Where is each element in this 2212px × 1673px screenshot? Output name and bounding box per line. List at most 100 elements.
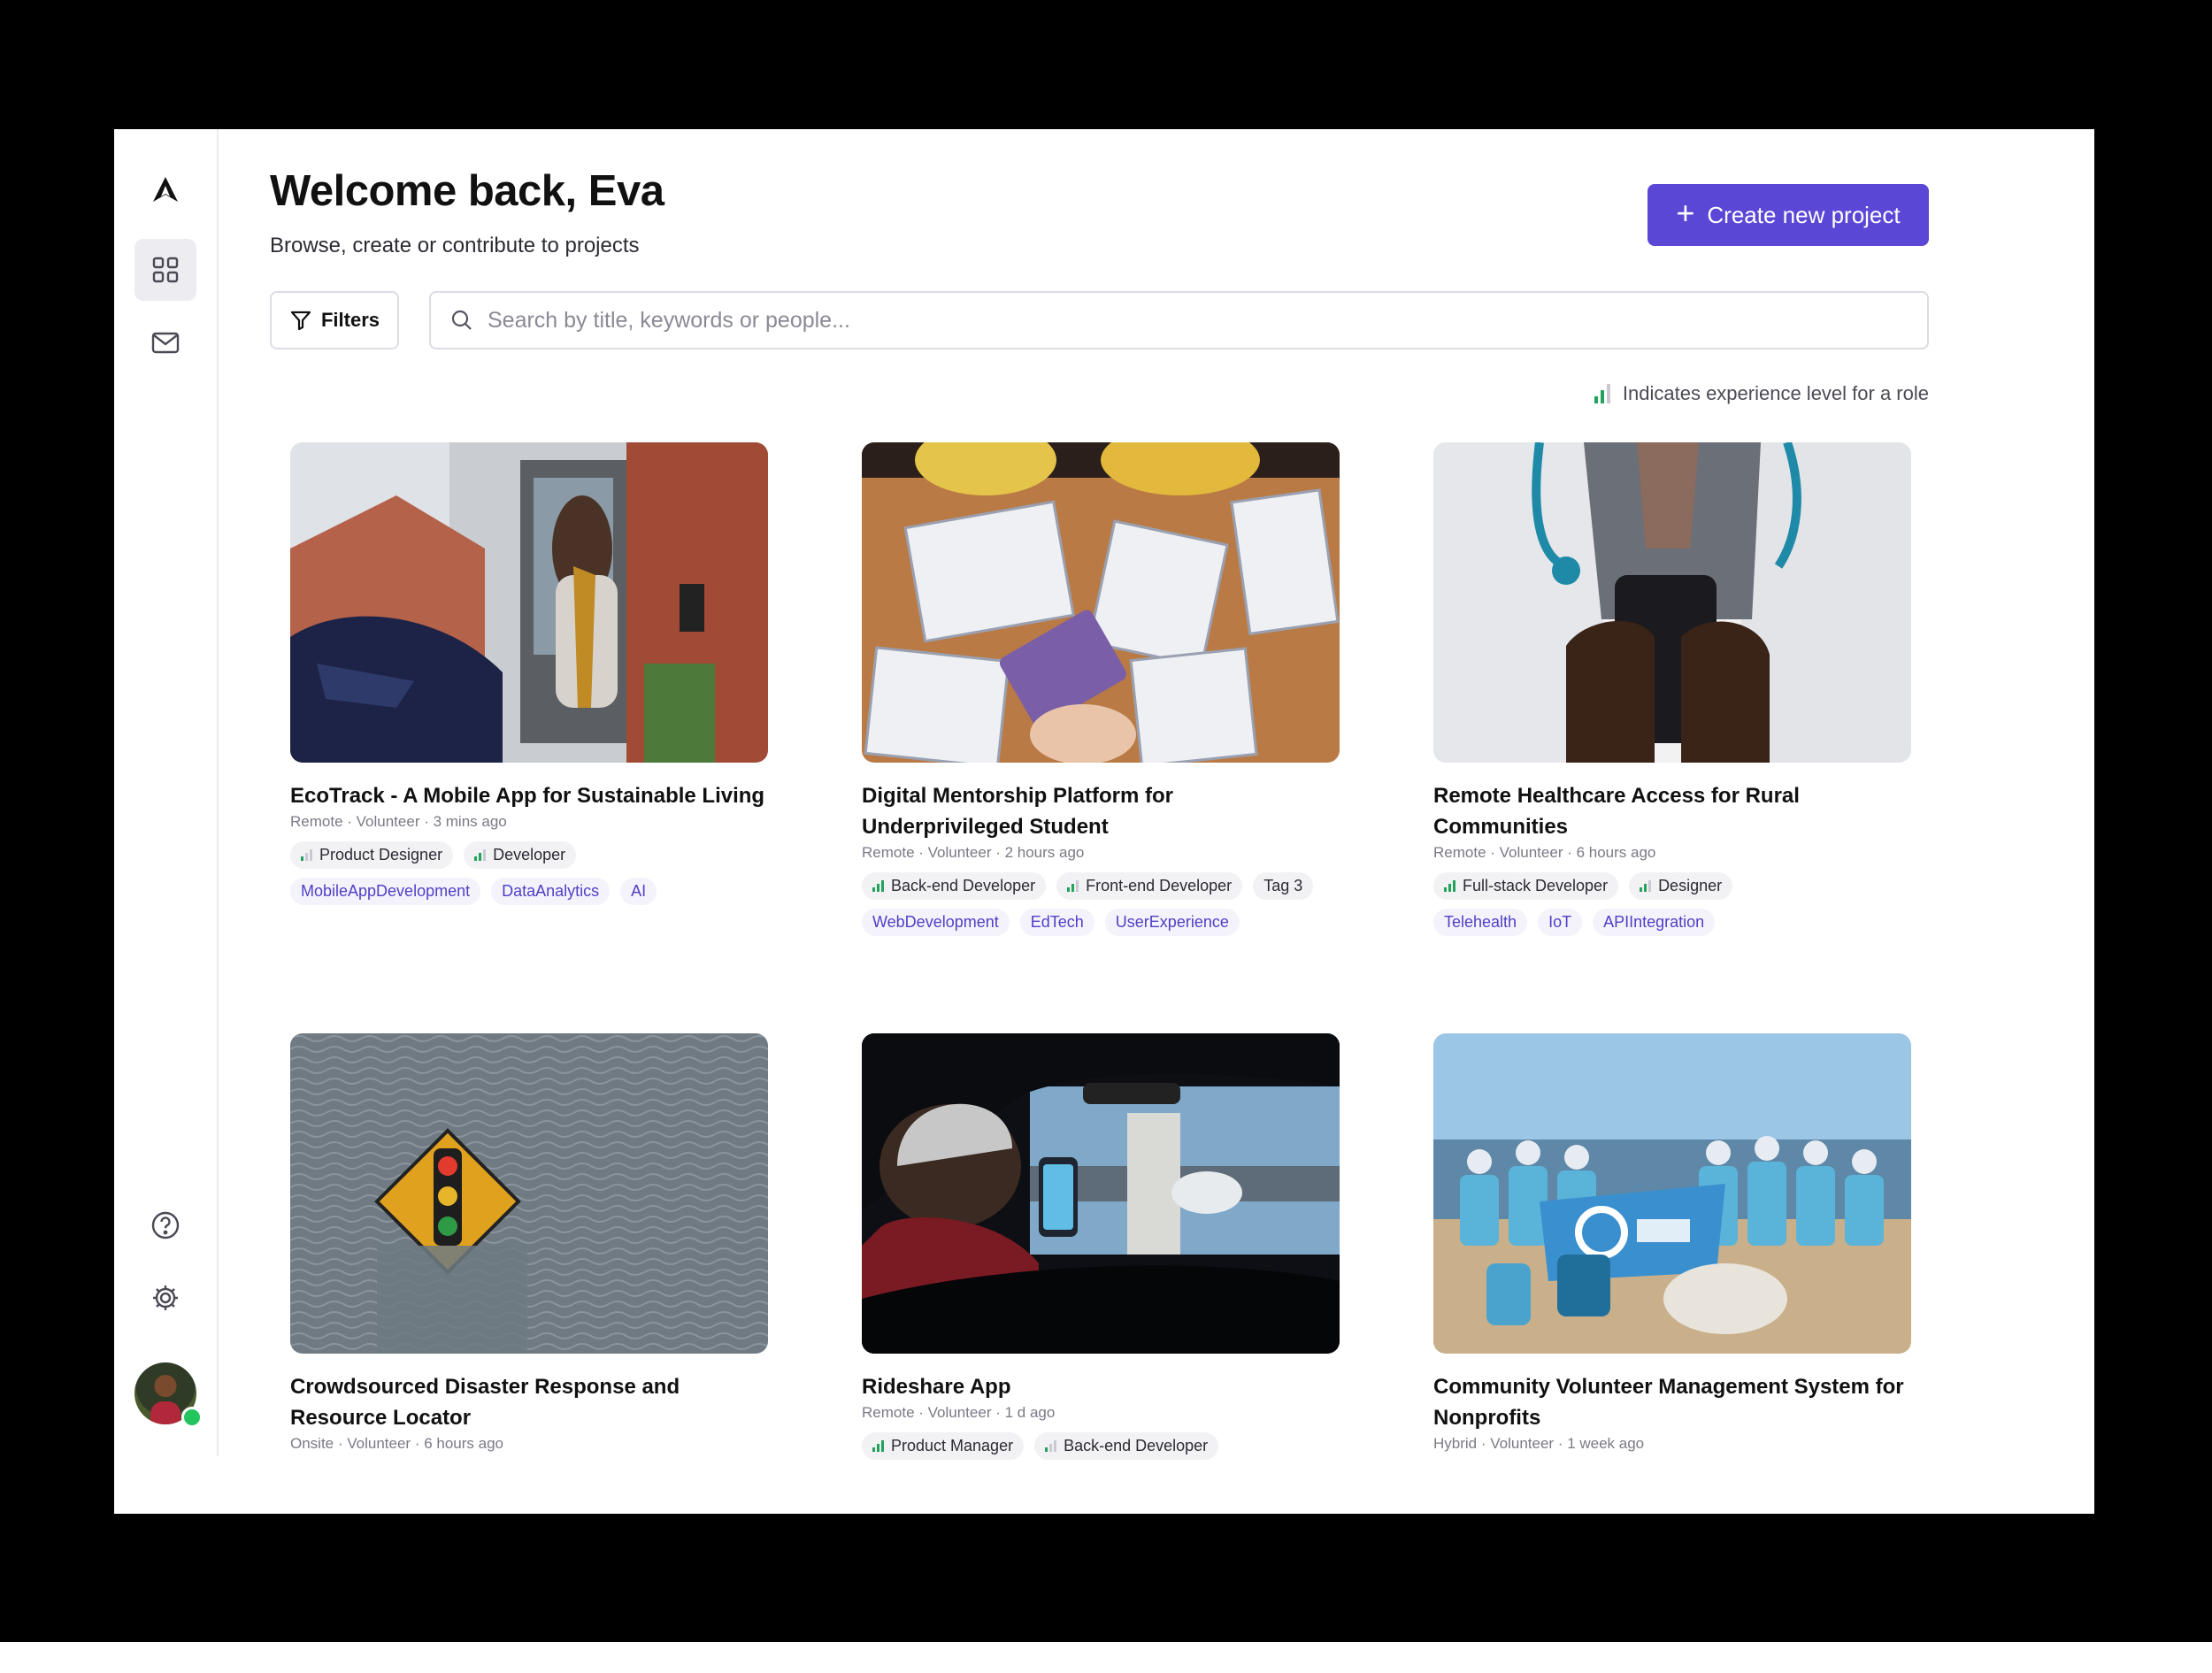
- tag-pill[interactable]: AI: [620, 878, 657, 905]
- experience-level-icon: [1067, 880, 1079, 892]
- project-time: 3 mins ago: [433, 813, 507, 830]
- search-input[interactable]: [486, 302, 1870, 339]
- experience-level-icon: [1640, 880, 1652, 892]
- experience-level-icon: [1594, 384, 1610, 403]
- plus-icon: +: [1676, 195, 1695, 231]
- tag-pill[interactable]: UserExperience: [1104, 909, 1240, 936]
- gear-icon: [153, 1285, 178, 1310]
- role-pill[interactable]: Back-end Developer: [862, 872, 1047, 900]
- experience-legend: Indicates experience level for a role: [1583, 380, 1929, 407]
- project-card[interactable]: Digital Mentorship Platform for Underpri…: [862, 442, 1340, 936]
- project-meta: Remote · Volunteer · 3 mins ago: [290, 813, 507, 830]
- role-name: Developer: [493, 846, 566, 863]
- project-time: 6 hours ago: [424, 1435, 503, 1452]
- project-title[interactable]: Community Volunteer Management System fo…: [1433, 1371, 1911, 1433]
- project-image: [862, 1033, 1340, 1354]
- project-type: Volunteer: [927, 844, 992, 861]
- project-card[interactable]: Community Volunteer Management System fo…: [1433, 1033, 1911, 1454]
- tag-pill[interactable]: DataAnalytics: [491, 878, 611, 905]
- project-location: Remote: [1433, 844, 1486, 861]
- messages-nav-button[interactable]: [134, 311, 196, 373]
- project-meta: Onsite · Volunteer · 6 hours ago: [290, 1435, 503, 1452]
- project-card[interactable]: Rideshare App Remote · Volunteer · 1 d a…: [862, 1033, 1340, 1460]
- project-meta: Hybrid · Volunteer · 1 week ago: [1433, 1435, 1645, 1452]
- create-project-button[interactable]: + Create new project: [1647, 184, 1929, 246]
- project-card[interactable]: Crowdsourced Disaster Response and Resou…: [290, 1033, 768, 1454]
- project-meta: Remote · Volunteer · 2 hours ago: [862, 844, 1085, 861]
- role-pill[interactable]: Full-stack Developer: [1433, 872, 1619, 900]
- experience-level-icon: [872, 880, 884, 892]
- project-image: [290, 442, 768, 763]
- tag-pill[interactable]: MobileAppDevelopment: [290, 878, 481, 905]
- project-location: Remote: [862, 1404, 915, 1421]
- role-list: Product Manager Back-end Developer: [862, 1432, 1340, 1460]
- experience-level-icon: [1444, 880, 1455, 892]
- role-pill[interactable]: Front-end Developer: [1056, 872, 1243, 900]
- role-pill[interactable]: Product Manager: [862, 1432, 1025, 1460]
- project-card[interactable]: Remote Healthcare Access for Rural Commu…: [1433, 442, 1911, 936]
- filters-label: Filters: [320, 309, 380, 331]
- logo-icon[interactable]: [134, 159, 196, 221]
- page-title: Welcome back, Eva: [270, 167, 664, 215]
- project-location: Onsite: [290, 1435, 334, 1452]
- page-subtitle: Browse, create or contribute to projects: [270, 234, 640, 257]
- tag-pill[interactable]: Telehealth: [1433, 909, 1528, 936]
- dashboard-nav-button[interactable]: [134, 239, 196, 301]
- avatar-figure: [150, 1401, 180, 1424]
- project-type: Volunteer: [356, 813, 420, 830]
- project-meta: Remote · Volunteer · 6 hours ago: [1433, 844, 1656, 861]
- project-image: [862, 442, 1340, 763]
- filters-button[interactable]: Filters: [270, 291, 399, 349]
- settings-nav-button[interactable]: [134, 1267, 196, 1329]
- role-name: Product Designer: [319, 846, 443, 863]
- role-pill[interactable]: Product Designer: [290, 841, 454, 869]
- role-pill[interactable]: Back-end Developer: [1034, 1432, 1219, 1460]
- project-title[interactable]: Rideshare App: [862, 1371, 1340, 1402]
- create-project-label: Create new project: [1707, 201, 1901, 228]
- project-type: Volunteer: [927, 1404, 992, 1421]
- project-title[interactable]: EcoTrack - A Mobile App for Sustainable …: [290, 780, 768, 811]
- project-meta: Remote · Volunteer · 1 d ago: [862, 1404, 1056, 1421]
- grid-icon: [152, 257, 179, 283]
- experience-legend-text: Indicates experience level for a role: [1622, 382, 1929, 404]
- tag-pill[interactable]: APIIntegration: [1593, 909, 1716, 936]
- online-status-badge: [181, 1407, 203, 1428]
- tag-list: WebDevelopment EdTech UserExperience: [862, 909, 1340, 936]
- project-image: [1433, 1033, 1911, 1354]
- experience-level-icon: [872, 1440, 884, 1452]
- project-location: Remote: [862, 844, 915, 861]
- project-title[interactable]: Remote Healthcare Access for Rural Commu…: [1433, 780, 1911, 842]
- project-time: 2 hours ago: [1004, 844, 1085, 861]
- role-pill[interactable]: Tag 3: [1253, 872, 1314, 900]
- project-title[interactable]: Crowdsourced Disaster Response and Resou…: [290, 1371, 768, 1433]
- project-type: Volunteer: [347, 1435, 411, 1452]
- role-pill[interactable]: Developer: [464, 841, 577, 869]
- project-title[interactable]: Digital Mentorship Platform for Underpri…: [862, 780, 1340, 842]
- project-time: 6 hours ago: [1576, 844, 1656, 861]
- project-type: Volunteer: [1490, 1435, 1555, 1452]
- role-name: Back-end Developer: [1064, 1437, 1209, 1454]
- help-nav-button[interactable]: [134, 1194, 196, 1256]
- search-box[interactable]: [429, 291, 1929, 349]
- tag-pill[interactable]: EdTech: [1019, 909, 1094, 936]
- help-icon: [151, 1211, 180, 1239]
- experience-level-icon: [474, 849, 487, 861]
- tag-pill[interactable]: WebDevelopment: [862, 909, 1010, 936]
- tag-list: Telehealth IoT APIIntegration: [1433, 909, 1911, 936]
- role-list: Full-stack Developer Designer: [1433, 872, 1911, 900]
- sidebar: [114, 129, 219, 1456]
- project-image: [1433, 442, 1911, 763]
- role-name: Back-end Developer: [891, 877, 1036, 894]
- experience-level-icon: [1045, 1440, 1057, 1452]
- role-name: Tag 3: [1263, 877, 1303, 894]
- role-pill[interactable]: Designer: [1629, 872, 1733, 900]
- project-location: Remote: [290, 813, 343, 830]
- tag-list: MobileAppDevelopment DataAnalytics AI: [290, 878, 768, 905]
- project-image: [290, 1033, 768, 1354]
- app-window: Welcome back, Eva Browse, create or cont…: [114, 129, 2094, 1514]
- tag-pill[interactable]: IoT: [1538, 909, 1583, 936]
- project-time: 1 week ago: [1567, 1435, 1645, 1452]
- experience-level-icon: [301, 849, 312, 861]
- project-location: Hybrid: [1433, 1435, 1478, 1452]
- project-card[interactable]: EcoTrack - A Mobile App for Sustainable …: [290, 442, 768, 905]
